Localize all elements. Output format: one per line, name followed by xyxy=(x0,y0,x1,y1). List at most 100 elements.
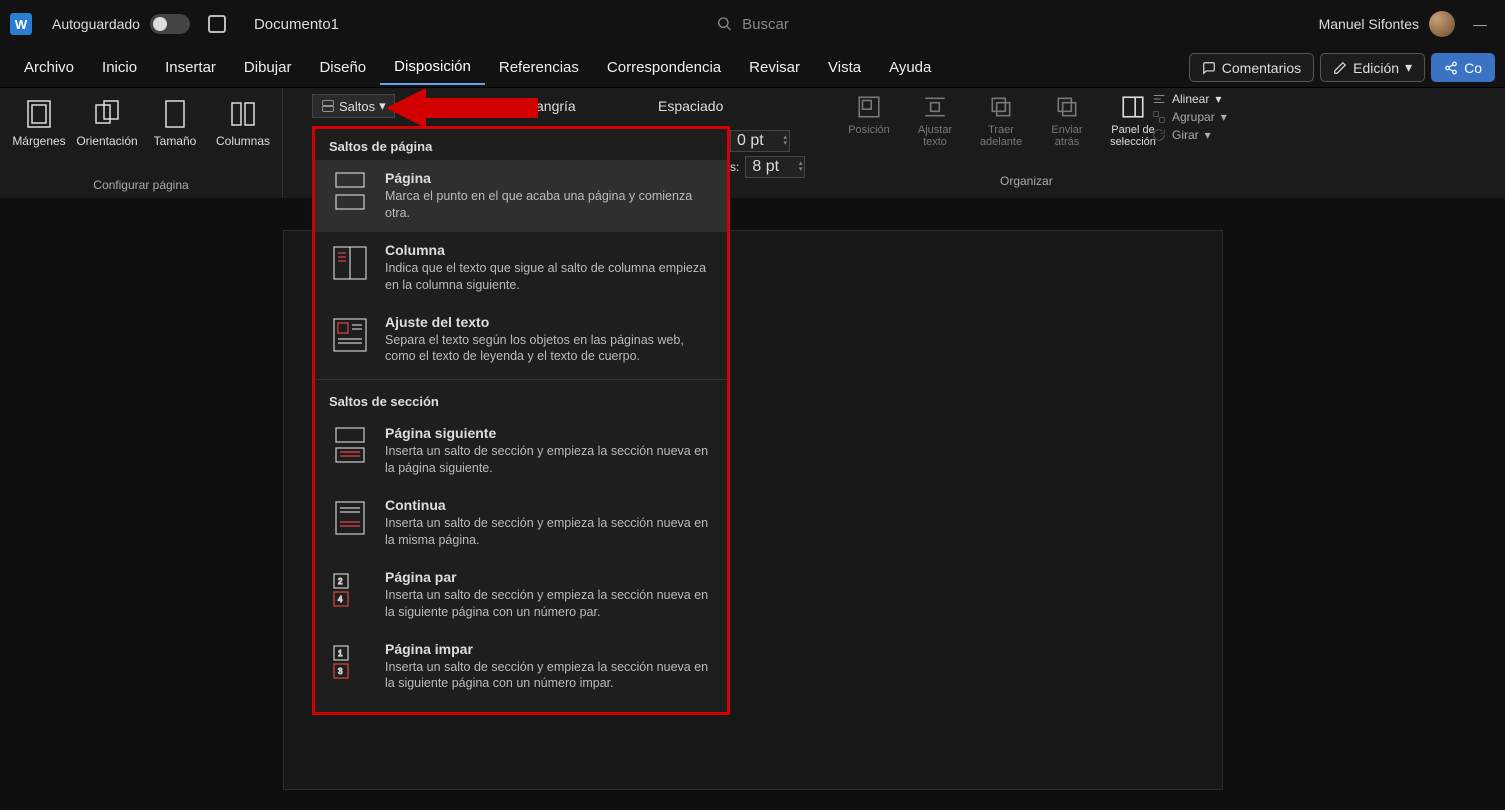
columns-label: Columnas xyxy=(216,134,270,148)
break-continuous[interactable]: ContinuaInserta un salto de sección y em… xyxy=(315,487,727,559)
share-button[interactable]: Co xyxy=(1431,53,1495,82)
column-break-icon xyxy=(329,242,371,284)
align-icon xyxy=(1152,92,1166,106)
selection-pane-icon xyxy=(1120,94,1146,120)
ribbon: Márgenes Orientación Tamaño Columnas Con… xyxy=(0,88,1505,198)
size-button[interactable]: Tamaño xyxy=(144,94,206,152)
autosave-label: Autoguardado xyxy=(52,16,140,32)
spacing-before-value: 0 pt xyxy=(737,132,764,150)
tab-ayuda[interactable]: Ayuda xyxy=(875,51,945,84)
break-text-wrap[interactable]: Ajuste del textoSepara el texto según lo… xyxy=(315,304,727,376)
item-desc: Inserta un salto de sección y empieza la… xyxy=(385,587,713,621)
rotate-button[interactable]: Girar▾ xyxy=(1152,128,1227,142)
document-area[interactable] xyxy=(0,198,1505,810)
chevron-down-icon: ▾ xyxy=(1205,128,1211,142)
continuous-icon xyxy=(329,497,371,539)
tab-insertar[interactable]: Insertar xyxy=(151,51,230,84)
share-icon xyxy=(1444,61,1458,75)
spacing-after-spinner[interactable]: 8 pt ▴▾ xyxy=(745,156,805,178)
edit-mode-button[interactable]: Edición ▾ xyxy=(1320,53,1425,82)
item-desc: Inserta un salto de sección y empieza la… xyxy=(385,443,713,477)
tab-diseno[interactable]: Diseño xyxy=(305,51,380,84)
spacing-before-spinner[interactable]: 0 pt ▴▾ xyxy=(730,130,790,152)
save-icon[interactable] xyxy=(208,15,226,33)
breaks-button[interactable]: Saltos ▾ xyxy=(312,94,395,118)
spacing-label: Espaciado xyxy=(658,98,723,114)
wrap-text-button[interactable]: Ajustar texto xyxy=(906,92,964,148)
item-title: Página xyxy=(385,170,713,186)
position-icon xyxy=(856,94,882,120)
chevron-down-icon: ▾ xyxy=(1405,59,1412,76)
tab-inicio[interactable]: Inicio xyxy=(88,51,151,84)
breaks-dropdown: Saltos de página Página Marca el punto en… xyxy=(312,126,730,715)
spinner-arrows-icon[interactable]: ▴▾ xyxy=(799,161,803,173)
search-placeholder: Buscar xyxy=(742,16,789,33)
autosave-toggle[interactable]: Autoguardado xyxy=(52,14,226,34)
group-arrange: Posición Ajustar texto Traer adelante En… xyxy=(840,92,1162,148)
bring-forward-button[interactable]: Traer adelante xyxy=(972,92,1030,148)
toggle-switch[interactable] xyxy=(150,14,190,34)
app-icon: W xyxy=(10,13,32,35)
tab-dibujar[interactable]: Dibujar xyxy=(230,51,306,84)
breaks-icon xyxy=(321,99,335,113)
item-title: Página siguiente xyxy=(385,425,713,441)
item-title: Página impar xyxy=(385,641,713,657)
size-label: Tamaño xyxy=(154,134,197,148)
rotate-icon xyxy=(1152,128,1166,142)
group-button[interactable]: Agrupar▾ xyxy=(1152,110,1227,124)
group-page-setup: Márgenes Orientación Tamaño Columnas Con… xyxy=(0,88,283,198)
comments-button[interactable]: Comentarios xyxy=(1189,53,1314,82)
tab-correspondencia[interactable]: Correspondencia xyxy=(593,51,735,84)
ribbon-tabs: Archivo Inicio Insertar Dibujar Diseño D… xyxy=(0,48,1505,88)
next-page-icon xyxy=(329,425,371,467)
titlebar: W Autoguardado Documento1 Buscar Manuel … xyxy=(0,0,1505,48)
columns-button[interactable]: Columnas xyxy=(212,94,274,152)
svg-text:1: 1 xyxy=(338,649,343,658)
spinner-arrows-icon[interactable]: ▴▾ xyxy=(783,135,787,147)
breaks-label: Saltos xyxy=(339,99,375,114)
tab-vista[interactable]: Vista xyxy=(814,51,875,84)
document-title[interactable]: Documento1 xyxy=(254,16,339,33)
break-next-page[interactable]: Página siguiente Inserta un salto de secc… xyxy=(315,415,727,487)
chevron-down-icon: ▾ xyxy=(1215,92,1221,106)
minimize-button[interactable]: — xyxy=(1465,16,1495,32)
orientation-icon xyxy=(92,99,122,129)
dropdown-divider xyxy=(315,379,727,380)
even-page-icon: 24 xyxy=(329,569,371,611)
margins-icon xyxy=(24,99,54,129)
tab-referencias[interactable]: Referencias xyxy=(485,51,593,84)
indent-label: angría xyxy=(536,98,576,114)
arrange-small-buttons: Alinear▾ Agrupar▾ Girar▾ xyxy=(1152,92,1227,142)
item-title: Columna xyxy=(385,242,713,258)
break-odd-page[interactable]: 1 3 Página impar Inserta un salto de secci… xyxy=(315,631,727,703)
position-button[interactable]: Posición xyxy=(840,92,898,136)
orientation-button[interactable]: Orientación xyxy=(76,94,138,152)
item-desc: Separa el texto según los objetos en las… xyxy=(385,332,713,366)
item-desc: Marca el punto en el que acaba una págin… xyxy=(385,188,713,222)
align-button[interactable]: Alinear▾ xyxy=(1152,92,1227,106)
page-break-icon xyxy=(329,170,371,212)
chevron-down-icon: ▾ xyxy=(379,98,386,114)
avatar[interactable] xyxy=(1429,11,1455,37)
columns-icon xyxy=(228,99,258,129)
tab-disposicion[interactable]: Disposición xyxy=(380,50,485,85)
break-even-page[interactable]: 24 Página parInserta un salto de sección… xyxy=(315,559,727,631)
break-column[interactable]: ColumnaIndica que el texto que sigue al … xyxy=(315,232,727,304)
break-page[interactable]: Página Marca el punto en el que acaba una… xyxy=(315,160,727,232)
edit-label: Edición xyxy=(1353,60,1399,76)
item-desc: Inserta un salto de sección y empieza la… xyxy=(385,659,713,693)
svg-text:3: 3 xyxy=(338,667,343,676)
tab-archivo[interactable]: Archivo xyxy=(10,51,88,84)
margins-button[interactable]: Márgenes xyxy=(8,94,70,152)
dropdown-section-page-breaks: Saltos de página xyxy=(315,129,727,160)
search-box[interactable]: Buscar xyxy=(716,16,789,33)
item-title: Continua xyxy=(385,497,713,513)
send-backward-button[interactable]: Enviar atrás xyxy=(1038,92,1096,148)
spacing-after-label: s: xyxy=(730,160,739,174)
chevron-down-icon: ▾ xyxy=(1221,110,1227,124)
user-name[interactable]: Manuel Sifontes xyxy=(1319,16,1419,32)
size-icon xyxy=(160,99,190,129)
page-setup-group-label: Configurar página xyxy=(93,178,188,196)
send-backward-icon xyxy=(1054,94,1080,120)
tab-revisar[interactable]: Revisar xyxy=(735,51,814,84)
